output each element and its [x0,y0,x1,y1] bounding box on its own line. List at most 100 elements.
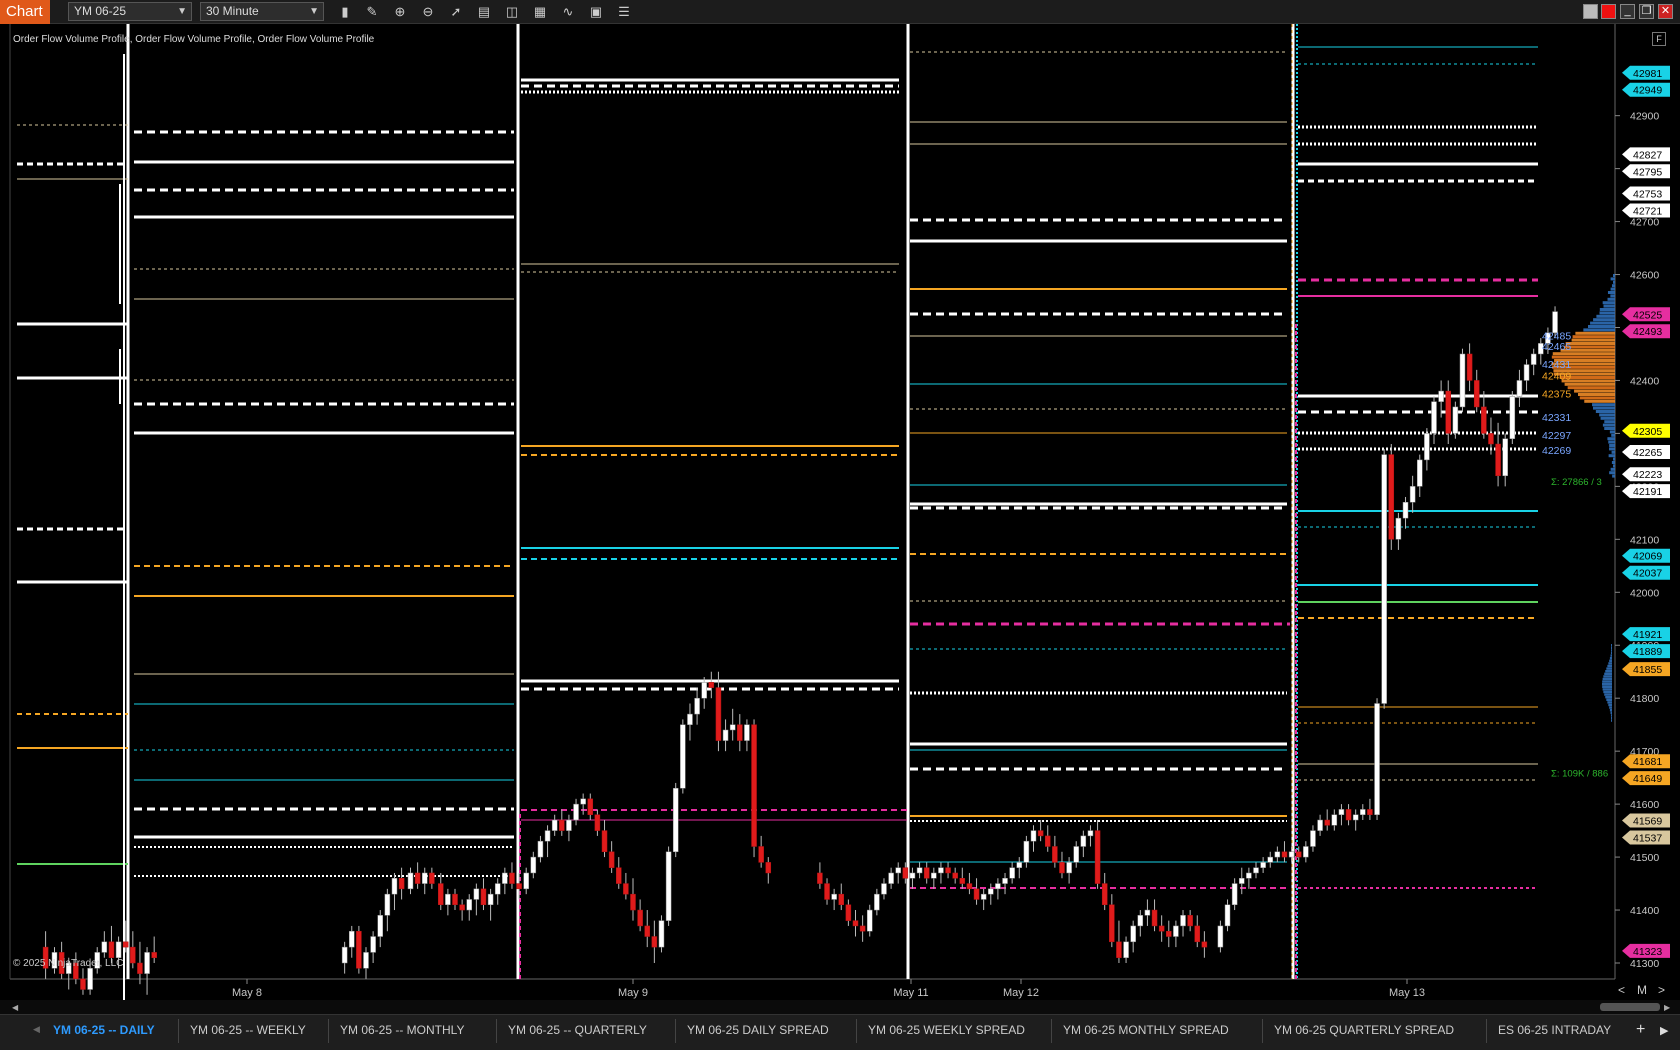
price-candle [716,688,721,741]
interval-selector[interactable]: 30 Minute ▼ [200,2,324,21]
scroll-back-button[interactable]: < [1618,983,1625,997]
x-axis-label: May 9 [618,987,648,999]
scale-mode-button[interactable]: M [1637,983,1647,997]
price-candle [88,968,93,989]
chart-panel[interactable]: 4290042800427004260042500424004230042200… [0,24,1680,1000]
price-candle [130,947,135,963]
tab-separator [1051,1019,1052,1043]
price-candle [1074,846,1079,862]
volume-profile-bar [1590,322,1615,325]
fullscreen-button[interactable]: F [1652,32,1666,46]
tab-ym-06-25-quarterly-spread[interactable]: YM 06-25 QUARTERLY SPREAD [1274,1023,1454,1037]
draw-pencil-icon[interactable]: ✎ [363,3,381,21]
tab-ym-06-25-monthly[interactable]: YM 06-25 -- MONTHLY [340,1023,464,1037]
tab-ym-06-25-monthly-spread[interactable]: YM 06-25 MONTHLY SPREAD [1063,1023,1229,1037]
price-candle [1310,831,1315,847]
close-icon[interactable]: ✕ [1658,4,1673,19]
bar-type-icon[interactable]: ▮ [336,3,354,21]
volume-summary-label: Σ: 109K / 886 [1551,768,1608,779]
price-candle [1325,820,1330,825]
calculator-icon[interactable]: ▣ [587,3,605,21]
price-candle [1067,862,1072,873]
y-tick-label: 41400 [1630,905,1659,917]
price-candle [673,788,678,852]
pointer-icon[interactable]: ➚ [447,3,465,21]
volume-profile-bar [1573,335,1615,338]
price-candle [371,937,376,953]
strategy-icon[interactable]: ▦ [531,3,549,21]
price-candle [1202,942,1207,947]
scroll-forward-button[interactable]: > [1658,983,1665,997]
list-icon[interactable]: ☰ [615,3,633,21]
volume-profile-bar [1612,451,1615,454]
indicator-label: Order Flow Volume Profile, Order Flow Vo… [13,34,374,45]
price-chart[interactable]: 4290042800427004260042500424004230042200… [0,24,1680,1000]
profile-level-label: 42375 [1542,389,1571,401]
y-tick-label: 42400 [1630,375,1659,387]
scroll-left-icon[interactable]: ◀ [12,1003,18,1012]
tab-ym-06-25-daily-spread[interactable]: YM 06-25 DAILY SPREAD [687,1023,829,1037]
restore-icon[interactable]: ❐ [1639,4,1654,19]
scrollbar-thumb[interactable] [1600,1003,1660,1011]
minimize-icon[interactable]: _ [1620,4,1635,19]
volume-profile-bar [1611,714,1612,716]
price-candle [1332,815,1337,826]
price-candle [460,905,465,910]
price-candle [609,852,614,868]
price-candle [846,905,851,921]
price-candle [1003,878,1008,883]
price-candle [1254,868,1259,873]
price-candle [502,873,507,884]
horizontal-scrollbar[interactable]: ◀ ▶ [0,1000,1680,1014]
volume-profile-bar [1603,691,1612,693]
x-axis-label: May 8 [232,987,262,999]
x-axis-label: May 13 [1389,987,1425,999]
price-marker-label: 42191 [1633,486,1662,498]
volume-profile-bar [1608,291,1615,294]
price-candle [659,921,664,947]
price-candle [1396,518,1401,539]
indicator-icon[interactable]: ∿ [559,3,577,21]
volume-profile-bar [1611,717,1612,719]
volume-profile-bar [1609,444,1615,447]
price-candle [445,894,450,905]
price-candle [385,894,390,915]
volume-profile-bar [1606,699,1612,701]
volume-profile-bar [1610,709,1612,711]
price-candle [1131,926,1136,942]
link-color-icon[interactable] [1601,4,1616,19]
zoom-out-icon[interactable]: ⊖ [419,3,437,21]
profile-level-label: 42269 [1542,445,1571,457]
price-candle [595,815,600,831]
chart-tab-bar: ◀ YM 06-25 -- DAILY YM 06-25 -- WEEKLY YM … [0,1014,1680,1050]
tab-ym-06-25-quarterly[interactable]: YM 06-25 -- QUARTERLY [508,1023,647,1037]
tab-scroll-right-icon[interactable]: ▶ [1660,1024,1668,1037]
tab-ym-06-25-weekly[interactable]: YM 06-25 -- WEEKLY [190,1023,306,1037]
price-candle [1232,884,1237,905]
tab-scroll-left-icon[interactable]: ◀ [33,1024,40,1035]
price-candle [1275,852,1280,857]
properties-icon[interactable]: ▤ [475,3,493,21]
tab-separator [675,1019,676,1043]
price-candle [881,884,886,895]
zoom-in-icon[interactable]: ⊕ [391,3,409,21]
color-swatch-icon[interactable] [1583,4,1598,19]
tab-es-06-25-intraday[interactable]: ES 06-25 INTRADAY [1498,1023,1611,1037]
instrument-selector[interactable]: YM 06-25 ▼ [68,2,192,21]
price-candle [1239,878,1244,883]
tab-ym-06-25-daily[interactable]: YM 06-25 -- DAILY [53,1023,155,1037]
tab-ym-06-25-weekly-spread[interactable]: YM 06-25 WEEKLY SPREAD [868,1023,1025,1037]
price-candle [429,873,434,884]
volume-profile-bar [1609,447,1615,450]
chart-app-tab[interactable]: Chart [0,0,50,24]
add-tab-button[interactable]: + [1636,1021,1645,1039]
split-icon[interactable]: ◫ [503,3,521,21]
price-candle [415,873,420,884]
scroll-right-icon[interactable]: ▶ [1664,1003,1670,1012]
session-outline [120,54,124,1000]
price-candle [137,963,142,974]
volume-profile-bar [1572,339,1615,342]
tab-separator [856,1019,857,1043]
volume-profile-bar [1613,458,1615,461]
price-candle [1173,926,1178,937]
